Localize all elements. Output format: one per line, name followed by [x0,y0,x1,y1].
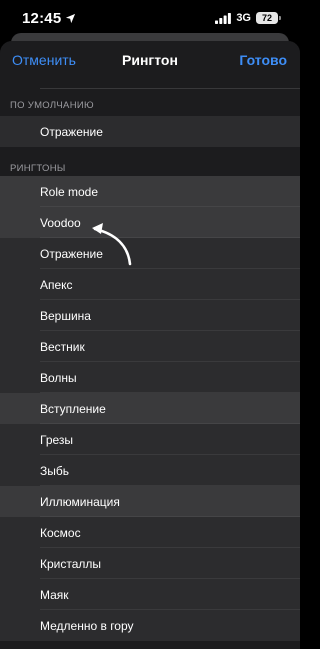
network-type: 3G [236,12,251,24]
cellular-signal-icon [215,12,232,24]
status-bar: 12:45 3G 72 [0,0,300,36]
list-item-label: Voodoo [40,215,81,230]
section-header-default: ПО УМОЛЧАНИЮ [10,100,94,111]
list-item-label: Вершина [40,308,91,323]
ringtone-picker-sheet: Отменить Рингтон Готово ПО УМОЛЧАНИЮ Отр… [0,41,300,649]
list-item[interactable]: Космос [0,517,300,548]
list-item-label: Кристаллы [40,556,102,571]
location-arrow-icon [66,13,76,23]
list-item-label: Космос [40,525,81,540]
list-item[interactable]: Role mode [0,176,300,207]
cancel-button[interactable]: Отменить [12,41,76,79]
status-indicators: 3G 72 [215,12,281,24]
ringtone-list[interactable]: ПО УМОЛЧАНИЮ Отражение РИНГТОНЫ Role mod… [0,79,300,641]
list-item-label: Вестник [40,339,85,354]
list-item-label: Медленно в гору [40,618,134,633]
list-item[interactable]: Медленно в гору [0,610,300,641]
list-item[interactable]: Вестник [0,331,300,362]
scrolled-row-peek [0,79,300,89]
list-item[interactable]: Апекс [0,269,300,300]
list-item[interactable]: Отражение [0,238,300,269]
default-group: Отражение [0,116,300,147]
list-item[interactable]: Волны [0,362,300,393]
list-item-label: Зыбь [40,463,69,478]
list-item[interactable]: Отражение [0,116,300,147]
list-item[interactable]: Voodoo [0,207,300,238]
list-item[interactable]: Грезы [0,424,300,455]
battery-icon: 72 [256,12,281,24]
list-item[interactable]: Вершина [0,300,300,331]
list-item[interactable]: Зыбь [0,455,300,486]
list-item[interactable]: Маяк [0,579,300,610]
list-item-label: Грезы [40,432,74,447]
navigation-bar: Отменить Рингтон Готово [0,41,300,79]
list-item-label: Маяк [40,587,69,602]
list-item-label: Вступление [40,401,106,416]
list-item[interactable]: Иллюминация [0,486,300,517]
list-item-label: Role mode [40,184,99,199]
list-item-label: Отражение [40,246,103,261]
page-title: Рингтон [122,52,178,68]
list-item-label: Апекс [40,277,73,292]
list-item-label: Отражение [40,124,103,139]
done-button[interactable]: Готово [239,41,287,79]
clock: 12:45 [22,9,62,27]
ringtones-group: Role mode Voodoo Отражение Апекс Вершина… [0,176,300,641]
list-item[interactable]: Кристаллы [0,548,300,579]
time-group: 12:45 [22,10,76,27]
list-item[interactable]: Вступление [0,393,300,424]
list-item-label: Волны [40,370,77,385]
list-item-label: Иллюминация [40,494,120,509]
section-header-ringtones: РИНГТОНЫ [10,163,66,174]
